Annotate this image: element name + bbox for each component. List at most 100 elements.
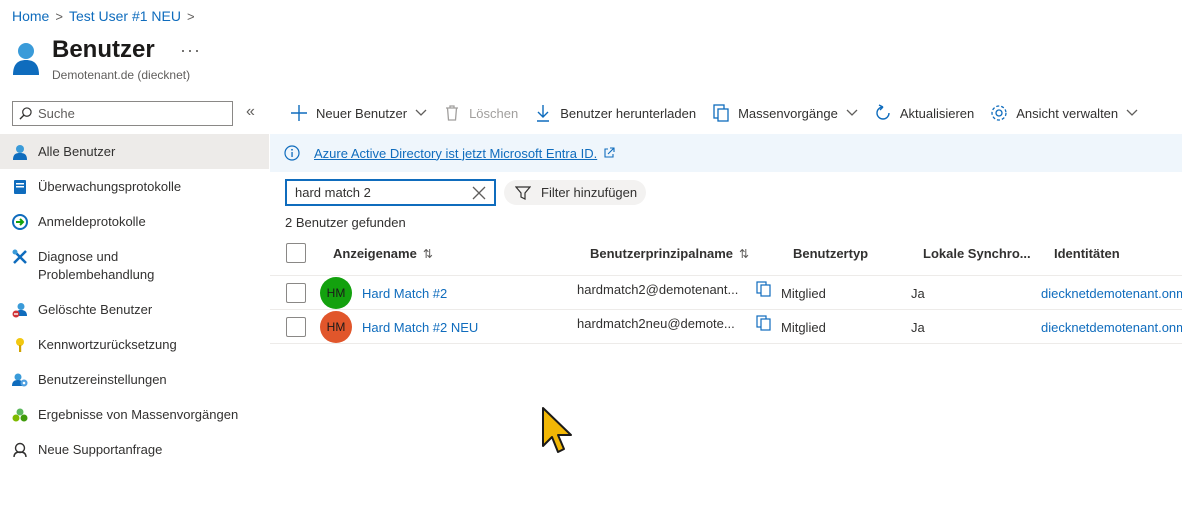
more-options-icon[interactable]: ··· <box>180 40 201 61</box>
refresh-label: Aktualisieren <box>899 105 975 121</box>
signin-log-icon <box>12 214 28 230</box>
sidebar-item-audit-logs[interactable]: Überwachungsprotokolle <box>0 169 269 204</box>
sync-cell: Ja <box>911 286 925 301</box>
sidebar-item-bulk-results[interactable]: Ergebnisse von Massenvorgängen <box>0 397 269 432</box>
select-all-checkbox[interactable] <box>286 243 306 263</box>
column-header-identities[interactable]: Identitäten <box>1054 246 1120 261</box>
download-users-button[interactable]: Benutzer herunterladen <box>534 104 696 122</box>
sort-icon: ⇅ <box>739 246 750 261</box>
manage-view-label: Ansicht verwalten <box>1016 105 1119 121</box>
sidebar-nav: Alle Benutzer Überwachungsprotokolle Anm… <box>0 134 269 467</box>
sidebar-item-label: Ergebnisse von Massenvorgängen <box>38 407 239 422</box>
user-name-link[interactable]: Hard Match #2 NEU <box>362 320 478 335</box>
breadcrumb-user-link[interactable]: Test User #1 NEU <box>69 8 181 24</box>
upn-cell: hardmatch2@demotenant... <box>577 282 739 297</box>
plus-icon <box>291 105 307 121</box>
upn-cell: hardmatch2neu@demote... <box>577 316 735 331</box>
sidebar-item-password-reset[interactable]: Kennwortzurücksetzung <box>0 327 269 362</box>
sidebar-item-label: Überwachungsprotokolle <box>38 179 182 194</box>
manage-view-button[interactable]: Ansicht verwalten <box>990 104 1138 122</box>
support-icon <box>13 442 27 458</box>
sidebar-item-signin-logs[interactable]: Anmeldeprotokolle <box>0 204 269 239</box>
filter-icon <box>515 185 531 200</box>
external-link-icon[interactable] <box>603 147 615 159</box>
page-title: Benutzer <box>52 36 155 63</box>
sidebar-item-user-settings[interactable]: Benutzereinstellungen <box>0 362 269 397</box>
bulk-operations-button[interactable]: Massenvorgänge <box>712 104 858 122</box>
row-checkbox[interactable] <box>286 283 306 303</box>
copy-icon[interactable] <box>756 315 772 331</box>
chevron-down-icon <box>1126 109 1138 116</box>
users-page-icon <box>13 43 39 75</box>
key-icon <box>16 338 24 352</box>
tenant-subtitle: Demotenant.de (diecknet) <box>52 68 191 82</box>
sidebar-item-support[interactable]: Neue Supportanfrage <box>0 432 269 467</box>
sidebar-search-input[interactable]: Suche <box>12 101 233 126</box>
row-checkbox[interactable] <box>286 317 306 337</box>
sidebar-item-label: Neue Supportanfrage <box>38 442 163 457</box>
chevron-down-icon <box>846 109 858 116</box>
chevron-down-icon <box>415 109 427 116</box>
user-settings-icon <box>12 373 28 387</box>
add-filter-button[interactable]: Filter hinzufügen <box>504 180 647 205</box>
sidebar-item-diagnose[interactable]: Diagnose und Problembehandlung <box>0 239 269 292</box>
column-header-display-name[interactable]: Anzeigename ⇅ <box>333 246 433 261</box>
command-bar: Neuer Benutzer Löschen Benutzer herunter… <box>290 100 1154 126</box>
clear-search-icon[interactable] <box>472 186 486 200</box>
chevron-right-icon: > <box>187 8 195 24</box>
sidebar-item-label: Anmeldeprotokolle <box>38 214 146 229</box>
user-icon <box>13 145 27 160</box>
avatar: HM <box>320 277 352 309</box>
column-header-sync[interactable]: Lokale Synchro... <box>923 246 1031 261</box>
user-type-cell: Mitglied <box>781 320 826 335</box>
mouse-cursor-icon <box>542 407 572 453</box>
entra-id-link[interactable]: Azure Active Directory ist jetzt Microso… <box>314 146 597 161</box>
sidebar-item-deleted-users[interactable]: Gelöschte Benutzer <box>0 292 269 327</box>
sidebar-item-label: Alle Benutzer <box>38 144 116 159</box>
trash-icon <box>446 105 459 121</box>
gear-icon <box>991 105 1007 121</box>
column-header-upn[interactable]: Benutzerprinzipalname ⇅ <box>590 246 749 261</box>
sidebar-item-all-users[interactable]: Alle Benutzer <box>0 134 269 169</box>
divider <box>270 309 1182 310</box>
identity-link[interactable]: diecknetdemotenant.onm <box>1041 286 1182 301</box>
user-type-cell: Mitglied <box>781 286 826 301</box>
search-value: hard match 2 <box>295 185 371 200</box>
user-search-input[interactable]: hard match 2 <box>285 179 496 206</box>
search-icon <box>19 107 32 120</box>
wrench-icon <box>12 249 27 264</box>
new-user-button[interactable]: Neuer Benutzer <box>290 104 427 122</box>
copy-icon[interactable] <box>756 281 772 297</box>
search-placeholder: Suche <box>38 106 75 121</box>
info-icon <box>284 145 300 161</box>
delete-label: Löschen <box>469 105 519 121</box>
collapse-sidebar-icon[interactable]: « <box>246 103 255 121</box>
breadcrumb-home-link[interactable]: Home <box>12 8 49 24</box>
download-icon <box>537 105 550 122</box>
delete-button[interactable]: Löschen <box>443 104 518 122</box>
column-header-user-type[interactable]: Benutzertyp <box>793 246 868 261</box>
bulk-operations-label: Massenvorgänge <box>738 105 838 121</box>
divider <box>270 343 1182 344</box>
sort-icon: ⇅ <box>422 246 433 261</box>
divider <box>270 275 1182 276</box>
sidebar-item-label: Gelöschte Benutzer <box>38 302 153 317</box>
avatar: HM <box>320 311 352 343</box>
audit-log-icon <box>14 180 26 194</box>
sync-cell: Ja <box>911 320 925 335</box>
sidebar-item-label: Diagnose und Problembehandlung <box>38 249 155 282</box>
result-count: 2 Benutzer gefunden <box>285 215 406 230</box>
download-users-label: Benutzer herunterladen <box>560 105 697 121</box>
refresh-icon <box>876 104 890 120</box>
sidebar-item-label: Kennwortzurücksetzung <box>38 337 177 352</box>
add-filter-label: Filter hinzufügen <box>541 185 638 200</box>
bulk-operations-icon <box>713 104 729 122</box>
breadcrumb: Home > Test User #1 NEU > <box>12 8 195 24</box>
refresh-button[interactable]: Aktualisieren <box>874 104 974 122</box>
user-name-link[interactable]: Hard Match #2 <box>362 286 447 301</box>
deleted-user-icon <box>12 303 27 318</box>
identity-link[interactable]: diecknetdemotenant.onm <box>1041 320 1182 335</box>
sidebar-item-label: Benutzereinstellungen <box>38 372 167 387</box>
new-user-label: Neuer Benutzer <box>316 105 408 121</box>
bulk-results-icon <box>12 408 28 422</box>
